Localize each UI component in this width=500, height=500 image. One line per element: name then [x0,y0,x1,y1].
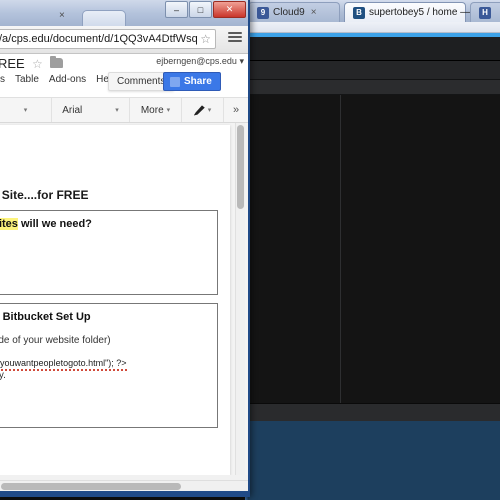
bitbucket-icon: B [353,6,365,19]
lock-icon [170,76,180,87]
menu-item-addons[interactable]: Add-ons [49,74,86,85]
more-options-label: More [140,104,164,116]
document-answer-1: ] [0,246,210,257]
editing-mode-button[interactable]: ▾ [182,98,224,122]
minimize-button[interactable]: – [165,1,188,18]
window-controls: – □ ✕ [165,1,246,18]
style-dropdown[interactable]: ▾ [0,98,52,122]
cloud9-icon: 9 [257,6,269,19]
more-options-button[interactable]: More ▾ [130,98,182,122]
cloud9-status-bar [248,403,500,422]
document-title[interactable]: REE [0,56,25,71]
cloud9-pane-divider[interactable] [340,95,341,403]
google-docs-header: REE ☆ ejberngen@cps.edu ▾ s Table Add-on… [0,54,248,98]
docs-menu-bar: s Table Add-ons Hel [0,74,111,85]
document-bold-fragment: n [0,409,210,421]
menu-item-tools[interactable]: s [0,74,5,85]
url-text: /a/cps.edu/document/d/1QQ3vA4DtfWsqi [0,33,199,45]
star-icon[interactable]: ☆ [200,32,211,46]
background-tab-extra[interactable]: H [470,2,500,22]
share-button[interactable]: Share [163,72,221,91]
menu-item-table[interactable]: Table [15,74,39,85]
collapse-toolbar-button[interactable]: » [224,98,248,122]
account-email[interactable]: ejberngen@cps.edu ▾ [156,56,244,67]
close-icon[interactable]: × [311,7,317,18]
font-family-dropdown[interactable]: Arial ▾ [52,98,130,122]
chevron-up-icon: » [232,104,240,116]
tab-close-icon[interactable]: × [59,10,65,21]
document-section-box-2: and Bitbucket Set Up (inside of your web… [0,303,218,428]
horizontal-scrollbar-thumb[interactable] [1,483,181,490]
vertical-scrollbar-thumb[interactable] [237,125,244,209]
window-title-bar[interactable]: – □ ✕ × [0,0,248,27]
account-email-text: ejberngen@cps.edu [156,56,237,66]
chevron-down-icon: ▾ [207,107,212,114]
move-to-folder-icon[interactable] [50,56,63,68]
generic-site-icon: H [479,6,491,19]
cloud9-breadcrumb-row [248,80,500,95]
chevron-down-icon: ▾ [115,107,119,114]
background-tab-cloud9-label: Cloud9 [273,7,305,18]
background-tab-bitbucket[interactable]: B supertobey5 / home — B × [344,2,491,22]
hamburger-line [228,36,242,38]
omnibox-row: /a/cps.edu/document/d/1QQ3vA4DtfWsqi ☆ [0,26,248,54]
document-code-tail: sitory. [0,370,6,381]
document-code-line: pageyouwantpeopletogoto.html"); ?> [0,358,210,371]
background-tab-cloud9[interactable]: 9 Cloud9 × [248,2,340,22]
highlighted-text: ebsites [0,218,18,230]
spellcheck-underlined-text: pageyouwantpeopletogoto.html"); ?> [0,358,127,371]
vertical-scrollbar[interactable] [235,123,245,475]
document-section-box-1: ebsites will we need? ] [0,210,218,295]
address-bar[interactable]: /a/cps.edu/document/d/1QQ3vA4DtfWsqi ☆ [0,29,216,49]
document-canvas[interactable]: Your Site....for FREE ebsites will we ne… [0,123,248,475]
hamburger-line [228,32,242,34]
document-heading-1: Your Site....for FREE [0,188,89,202]
window-bottom-edge [0,491,248,497]
document-page[interactable]: Your Site....for FREE ebsites will we ne… [0,125,230,475]
chevron-down-icon: ▾ [239,56,244,66]
background-tab-bitbucket-label: supertobey5 / home — B [369,7,480,18]
foreground-browser-window: – □ ✕ × /a/cps.edu/document/d/1QQ3vA4Dtf… [0,0,250,497]
hamburger-line [228,40,242,42]
share-button-label: Share [184,76,212,87]
docs-formatting-toolbar: ▾ Arial ▾ More ▾ ▾ » [0,98,248,123]
star-document-icon[interactable]: ☆ [32,57,43,71]
foreground-active-tab[interactable] [82,10,126,27]
chevron-down-icon: ▾ [23,107,28,114]
document-line-1: (inside of your website folder) [0,335,111,346]
horizontal-scrollbar[interactable] [0,480,248,491]
close-button[interactable]: ✕ [213,1,246,18]
cloud9-terminal-panel[interactable] [248,421,500,500]
pencil-icon [193,105,205,116]
screen-root: 9 Cloud9 × B supertobey5 / home — B × H [0,0,500,500]
question-1-rest: will we need? [17,218,92,230]
cloud9-menu-bar[interactable] [248,37,500,61]
cloud9-file-tab-row[interactable] [248,61,500,80]
document-question-1: ebsites will we need? [0,218,210,230]
maximize-button[interactable]: □ [189,1,212,18]
hamburger-menu-icon[interactable] [228,32,242,42]
document-heading-2: and Bitbucket Set Up [0,311,91,323]
chevron-down-icon: ▾ [166,107,171,114]
font-family-value: Arial [62,104,83,116]
cloud9-code-editor[interactable] [248,95,500,403]
